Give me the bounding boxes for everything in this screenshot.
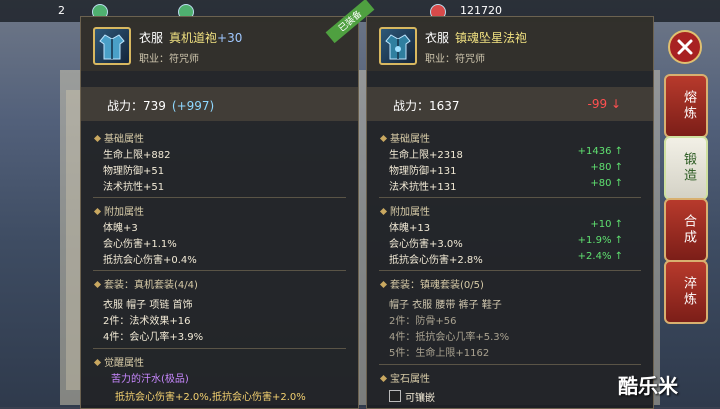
robe-icon bbox=[379, 27, 417, 65]
divider bbox=[93, 197, 346, 198]
section-set: 套装：真机套装(4/4) bbox=[93, 276, 198, 291]
set-parts: 衣服 帽子 项链 首饰 bbox=[103, 300, 193, 311]
set-bonus-line: 5件：生命上限+1162 bbox=[389, 348, 490, 359]
section-gem: 宝石属性 bbox=[379, 370, 430, 385]
stat-line: 会心伤害+3.0% bbox=[389, 239, 463, 250]
stat-line: 体魄+13 bbox=[389, 223, 431, 234]
tooltip-header: 衣服 镇魂坠星法袍 职业：符咒师 bbox=[367, 17, 653, 71]
power-delta: (+997) bbox=[171, 99, 215, 113]
item-name: 真机道袍 bbox=[169, 31, 218, 45]
power-delta: -99 ↓ bbox=[587, 97, 621, 111]
divider bbox=[93, 270, 346, 271]
gem-slot-label: 可镶嵌 bbox=[405, 393, 435, 404]
stat-diff: +80 ↑ bbox=[590, 178, 623, 189]
divider bbox=[93, 348, 346, 349]
stat-line: 生命上限+882 bbox=[103, 150, 171, 161]
section-extra-attributes: 附加属性 bbox=[93, 203, 144, 218]
power-bar: 战力：739 (+997) bbox=[81, 87, 358, 121]
robe-icon bbox=[93, 27, 131, 65]
item-slot: 衣服 bbox=[425, 31, 450, 45]
stat-line: 法术抗性+131 bbox=[389, 182, 457, 193]
tab-forge[interactable]: 锻造 bbox=[664, 136, 708, 200]
awaken-desc: 抵抗会心伤害+2.0%,抵抗会心伤害+2.0% bbox=[115, 392, 306, 403]
section-extra-attributes: 附加属性 bbox=[379, 203, 430, 218]
gem-slot-checkbox[interactable] bbox=[389, 390, 401, 402]
power-text: 战力：739 (+997) bbox=[107, 97, 214, 114]
stat-line: 抵抗会心伤害+0.4% bbox=[103, 255, 197, 266]
item-job: 职业：符咒师 bbox=[139, 54, 199, 65]
stat-line: 生命上限+2318 bbox=[389, 150, 463, 161]
power-value: 战力：1637 bbox=[393, 99, 460, 113]
close-icon bbox=[677, 39, 693, 55]
item-enhance-level: +30 bbox=[217, 31, 243, 45]
stat-line: 物理防御+51 bbox=[103, 166, 165, 177]
compare-item-tooltip: 衣服 镇魂坠星法袍 职业：符咒师 战力：1637 -99 ↓ 基础属性 生命上限+… bbox=[366, 16, 654, 409]
stat-line: 体魄+3 bbox=[103, 223, 138, 234]
set-bonus-line: 4件：抵抗会心几率+5.3% bbox=[389, 332, 510, 343]
stat-line: 会心伤害+1.1% bbox=[103, 239, 177, 250]
stat-diff: +80 ↑ bbox=[590, 162, 623, 173]
close-button[interactable] bbox=[668, 30, 702, 64]
section-awaken: 觉醒属性 bbox=[93, 354, 144, 369]
power-value: 战力：739 bbox=[107, 99, 166, 113]
power-bar: 战力：1637 -99 ↓ bbox=[367, 87, 653, 121]
divider bbox=[379, 364, 641, 365]
background-item-list bbox=[66, 90, 80, 390]
equipped-item-tooltip: 衣服 真机道袍+30 职业：符咒师 战力：739 (+997) 基础属性 生命上限+… bbox=[80, 16, 359, 409]
item-slot: 衣服 bbox=[139, 31, 164, 45]
tooltip-header: 衣服 真机道袍+30 职业：符咒师 bbox=[81, 17, 358, 71]
section-set: 套装：镇魂套装(0/5) bbox=[379, 276, 484, 291]
set-bonus-line: 2件：法术效果+16 bbox=[103, 316, 191, 327]
section-base-attributes: 基础属性 bbox=[379, 130, 430, 145]
stat-line: 法术抗性+51 bbox=[103, 182, 165, 193]
tab-compose[interactable]: 合成 bbox=[664, 198, 708, 262]
item-title: 衣服 镇魂坠星法袍 bbox=[425, 29, 527, 46]
item-title: 衣服 真机道袍+30 bbox=[139, 29, 242, 46]
stat-diff: +1.9% ↑ bbox=[577, 235, 623, 246]
stat-diff: +10 ↑ bbox=[590, 219, 623, 230]
set-bonus-line: 2件：防骨+56 bbox=[389, 316, 457, 327]
section-base-attributes: 基础属性 bbox=[93, 130, 144, 145]
stat-line: 物理防御+131 bbox=[389, 166, 457, 177]
divider bbox=[379, 197, 641, 198]
set-bonus-line: 4件：会心几率+3.9% bbox=[103, 332, 204, 343]
tab-smelt[interactable]: 熔炼 bbox=[664, 74, 708, 138]
watermark: 酷乐米 bbox=[618, 374, 678, 398]
awaken-name: 苦力的汗水(极品) bbox=[111, 374, 189, 385]
set-parts: 帽子 衣服 腰带 裤子 鞋子 bbox=[389, 300, 502, 311]
divider bbox=[379, 270, 641, 271]
resource-count: 2 bbox=[58, 4, 65, 17]
stat-diff: +1436 ↑ bbox=[577, 146, 623, 157]
tab-temper[interactable]: 淬炼 bbox=[664, 260, 708, 324]
item-name: 镇魂坠星法袍 bbox=[455, 31, 528, 45]
stat-diff: +2.4% ↑ bbox=[577, 251, 623, 262]
item-job: 职业：符咒师 bbox=[425, 54, 485, 65]
stat-line: 抵抗会心伤害+2.8% bbox=[389, 255, 483, 266]
